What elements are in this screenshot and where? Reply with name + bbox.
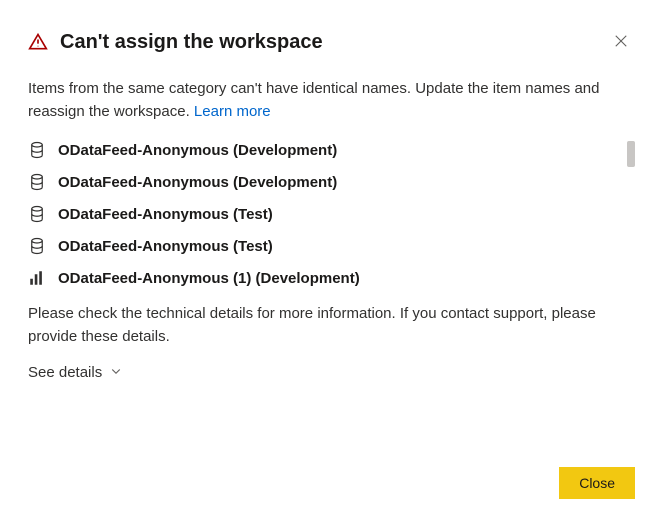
close-button[interactable]: Close <box>559 467 635 499</box>
close-icon-button[interactable] <box>607 28 635 56</box>
conflict-list: ODataFeed-Anonymous (Development) ODataF… <box>28 141 617 287</box>
list-item: ODataFeed-Anonymous (Development) <box>28 173 617 191</box>
database-icon <box>28 173 46 191</box>
message-text: Items from the same category can't have … <box>28 80 600 120</box>
list-item-label: ODataFeed-Anonymous (1) (Development) <box>58 270 360 287</box>
list-item-label: ODataFeed-Anonymous (Development) <box>58 142 337 159</box>
scrollbar-thumb[interactable] <box>627 141 635 167</box>
technical-note: Please check the technical details for m… <box>28 303 635 348</box>
database-icon <box>28 205 46 223</box>
dialog-header: Can't assign the workspace <box>28 28 635 56</box>
learn-more-link[interactable]: Learn more <box>194 103 271 120</box>
conflict-list-container: ODataFeed-Anonymous (Development) ODataF… <box>28 141 635 287</box>
warning-icon <box>28 32 48 52</box>
dialog-title: Can't assign the workspace <box>60 30 323 54</box>
list-item: ODataFeed-Anonymous (Test) <box>28 237 617 255</box>
dialog-footer: Close <box>28 449 635 499</box>
chevron-down-icon <box>110 364 122 381</box>
list-item: ODataFeed-Anonymous (1) (Development) <box>28 269 617 287</box>
list-item: ODataFeed-Anonymous (Development) <box>28 141 617 159</box>
list-item-label: ODataFeed-Anonymous (Test) <box>58 238 273 255</box>
database-icon <box>28 141 46 159</box>
database-icon <box>28 237 46 255</box>
title-wrap: Can't assign the workspace <box>28 30 323 54</box>
see-details-label: See details <box>28 364 102 381</box>
bar-chart-icon <box>28 269 46 287</box>
list-item-label: ODataFeed-Anonymous (Development) <box>58 174 337 191</box>
close-icon <box>614 34 628 51</box>
see-details-toggle[interactable]: See details <box>28 364 635 381</box>
list-item: ODataFeed-Anonymous (Test) <box>28 205 617 223</box>
dialog-message: Items from the same category can't have … <box>28 78 635 123</box>
list-item-label: ODataFeed-Anonymous (Test) <box>58 206 273 223</box>
error-dialog: Can't assign the workspace Items from th… <box>0 0 663 519</box>
